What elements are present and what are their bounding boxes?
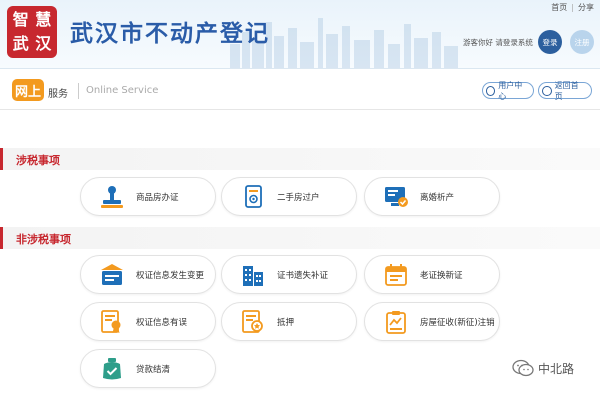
user-icon [486, 85, 496, 96]
service-card-loan-settlement[interactable]: 贷款结清 [80, 349, 216, 388]
clipboard-icon [386, 311, 406, 334]
screen-check-icon [385, 187, 408, 207]
service-card-divorce-division[interactable]: 离婚析产 [364, 177, 500, 216]
logo-char: 武 [12, 33, 29, 53]
card-label: 离婚析产 [420, 193, 455, 203]
card-label: 商品房办证 [136, 193, 179, 203]
building-icon [243, 266, 263, 286]
section-header-non-tax: 非涉税事项 [0, 227, 600, 249]
home-link[interactable]: 首页 [551, 3, 567, 12]
user-center-label: 用户中心 [498, 80, 523, 101]
service-label-en: Online Service [86, 85, 159, 96]
card-label: 二手房过户 [277, 193, 320, 203]
service-card-mortgage[interactable]: 抵押 [221, 302, 357, 341]
watermark: 中北路 [512, 357, 574, 379]
card-label: 房屋征收(新征)注销 [420, 318, 495, 328]
logo-smart-wuhan[interactable]: 智 慧 武 汉 [7, 6, 57, 58]
bag-check-icon [103, 358, 121, 380]
section-header-tax: 涉税事项 [0, 148, 600, 170]
divider [78, 83, 79, 99]
register-button[interactable]: 注册 [570, 30, 594, 54]
site-title: 武汉市不动产登记 [70, 21, 270, 47]
site-header: 智 慧 武 汉 武汉市不动产登记 首页 | 分享 游客你好 请登录系统 登录 注册 [0, 0, 600, 69]
service-card-old-to-new-cert[interactable]: 老证换新证 [364, 255, 500, 294]
card-label: 抵押 [277, 318, 295, 328]
service-card-cert-info-error[interactable]: 权证信息有误 [80, 302, 216, 341]
service-card-cert-info-change[interactable]: 权证信息发生变更 [80, 255, 216, 294]
wechat-icon [512, 359, 534, 377]
back-home-button[interactable]: 返回首页 [538, 80, 592, 101]
service-bar: 网上 服务 Online Service 用户中心 返回首页 [0, 75, 600, 110]
home-icon [542, 85, 552, 96]
top-links: 首页 | 分享 [551, 2, 594, 13]
document-seal-icon [242, 310, 263, 333]
document-transfer-icon [245, 185, 262, 208]
login-button[interactable]: 登录 [538, 30, 562, 54]
card-label: 权证信息发生变更 [136, 271, 205, 281]
service-card-cert-loss-reissue[interactable]: 证书遗失补证 [221, 255, 357, 294]
service-card-second-hand-transfer[interactable]: 二手房过户 [221, 177, 357, 216]
card-label: 证书遗失补证 [277, 271, 329, 281]
card-label: 老证换新证 [420, 271, 463, 281]
id-card-icon [101, 264, 123, 285]
logo-char: 智 [12, 10, 29, 30]
guest-greeting: 游客你好 请登录系统 [463, 38, 533, 47]
link-separator: | [571, 3, 574, 12]
card-label: 权证信息有误 [136, 318, 188, 328]
back-home-label: 返回首页 [554, 80, 579, 101]
calendar-icon [385, 264, 407, 286]
watermark-text: 中北路 [538, 361, 575, 376]
logo-char: 汉 [35, 33, 52, 53]
service-card-expropriation-cancel[interactable]: 房屋征收(新征)注销 [364, 302, 500, 341]
card-label: 贷款结清 [136, 365, 171, 375]
stamp-icon [101, 186, 123, 208]
service-label: 服务 [48, 89, 68, 100]
certificate-icon [101, 310, 121, 333]
section-title: 非涉税事项 [16, 233, 71, 246]
service-card-commercial-housing[interactable]: 商品房办证 [80, 177, 216, 216]
online-service-icon: 网上 [12, 79, 44, 101]
logo-char: 慧 [35, 10, 52, 30]
section-title: 涉税事项 [16, 154, 60, 167]
user-center-button[interactable]: 用户中心 [482, 80, 534, 101]
share-link[interactable]: 分享 [578, 3, 594, 12]
